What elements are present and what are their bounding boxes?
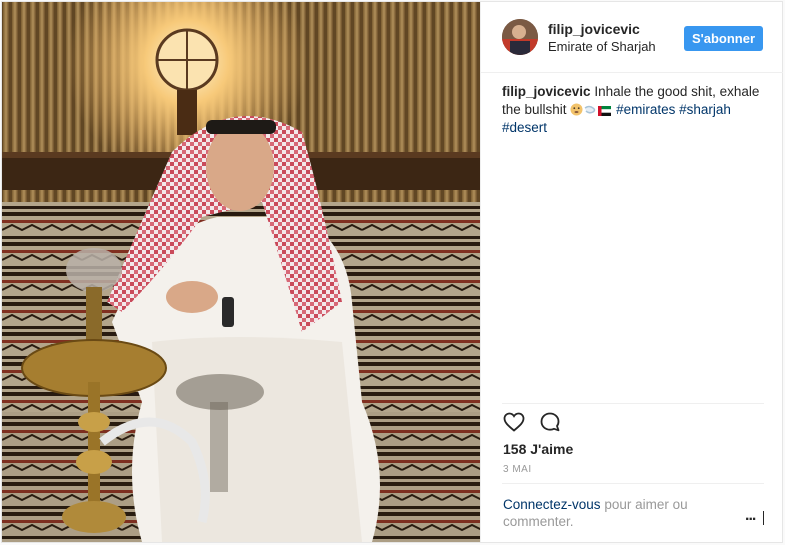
avatar-image — [502, 19, 538, 55]
post-date: 3 MAI — [503, 464, 532, 475]
dash-emoji — [584, 105, 596, 114]
post-photo — [2, 2, 480, 542]
hashtag-desert[interactable]: #desert — [502, 120, 547, 135]
post-caption: filip_jovicevic Inhale the good shit, ex… — [502, 83, 767, 137]
speech-bubble-icon[interactable] — [538, 410, 562, 434]
heart-icon[interactable] — [502, 410, 526, 434]
hashtag-sharjah[interactable]: #sharjah — [679, 102, 731, 117]
post-header: filip_jovicevic Emirate of Sharjah S'abo… — [481, 2, 783, 73]
login-link[interactable]: Connectez-vous — [503, 497, 601, 512]
post-sidebar: filip_jovicevic Emirate of Sharjah S'abo… — [480, 2, 783, 542]
post-location[interactable]: Emirate of Sharjah — [548, 39, 656, 54]
like-count[interactable]: 158 J'aime — [503, 441, 573, 457]
hashtag-emirates[interactable]: #emirates — [616, 102, 675, 117]
photo-illustration — [2, 2, 480, 542]
post-username[interactable]: filip_jovicevic — [548, 21, 640, 37]
avatar[interactable] — [502, 19, 538, 55]
uae-flag-emoji — [598, 106, 612, 116]
post-modal: filip_jovicevic Emirate of Sharjah S'abo… — [1, 1, 783, 543]
comment-prompt: Connectez-vous pour aimer ou commenter. — [503, 496, 718, 530]
smoking-face-emoji — [570, 103, 583, 116]
follow-button[interactable]: S'abonner — [684, 26, 763, 51]
caption-username[interactable]: filip_jovicevic — [502, 84, 591, 99]
text-cursor — [763, 511, 764, 525]
actions-divider — [502, 403, 764, 404]
more-options-button[interactable]: ... — [745, 507, 756, 525]
comment-divider — [502, 483, 764, 484]
